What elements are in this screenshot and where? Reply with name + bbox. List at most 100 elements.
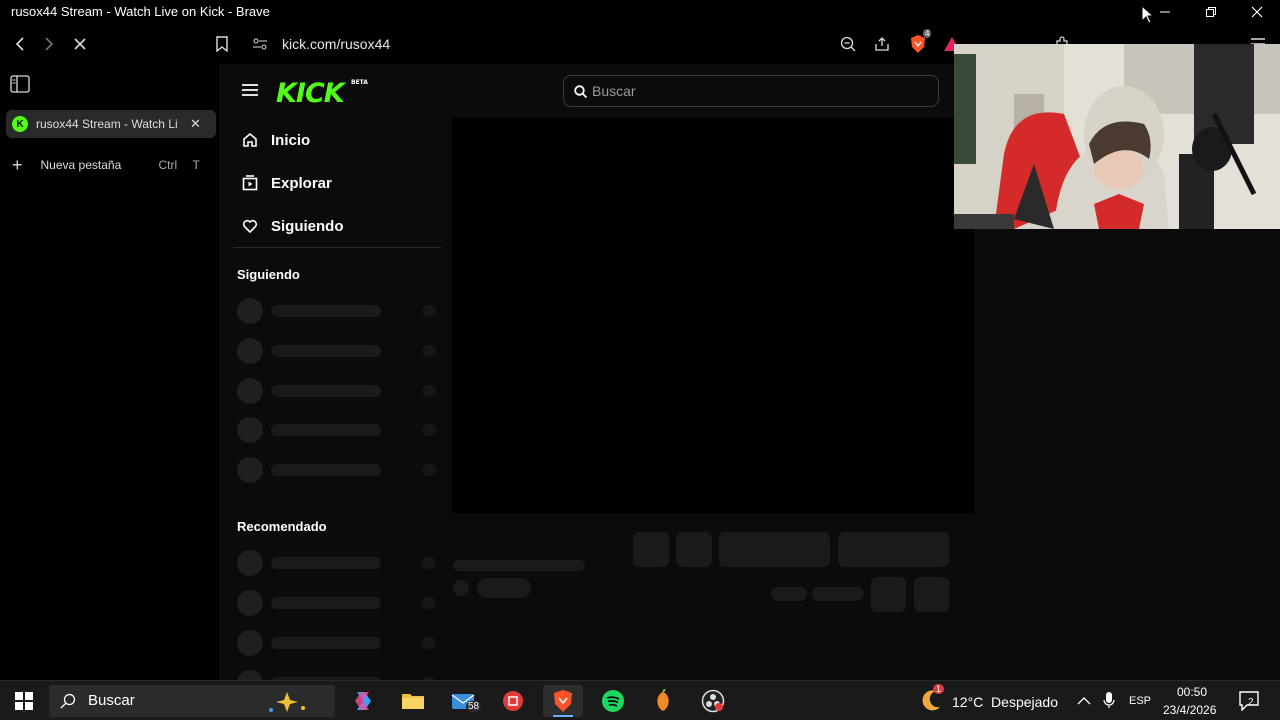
bookmark-button[interactable]	[210, 32, 234, 56]
app-red-icon	[503, 691, 523, 711]
language-indicator[interactable]: ESP	[1129, 695, 1151, 707]
close-window-button[interactable]	[1234, 0, 1280, 24]
zoom-out-icon	[840, 36, 856, 52]
toggle-sidebar-button[interactable]	[8, 72, 32, 96]
copilot-icon	[355, 692, 371, 710]
kick-logo-text: KICK	[276, 78, 345, 109]
hamburger-icon	[242, 84, 258, 96]
plus-icon: +	[12, 154, 23, 175]
shields-count-badge: 4	[923, 29, 932, 38]
windows-taskbar: Buscar 58 1 12°C Despejado ESP 00:50 23/…	[0, 680, 1280, 720]
forward-arrow-icon	[45, 37, 54, 51]
share-button[interactable]	[870, 32, 894, 56]
share-icon	[875, 37, 889, 51]
home-icon	[243, 132, 257, 147]
brave-lion-icon	[554, 690, 572, 712]
nav-inicio[interactable]: Inicio	[242, 128, 310, 152]
stop-loading-button[interactable]	[68, 32, 92, 56]
close-icon	[1251, 6, 1263, 18]
microphone-icon	[1103, 692, 1115, 708]
window-titlebar: rusox44 Stream - Watch Live on Kick - Br…	[0, 0, 1280, 24]
channel-skeleton	[237, 338, 437, 364]
spotify-icon	[602, 690, 624, 712]
channel-skeleton	[237, 590, 437, 616]
kick-sidebar: Inicio Explorar Siguiendo Siguiendo Reco…	[222, 118, 452, 680]
address-bar[interactable]: kick.com/rusox44	[282, 36, 390, 52]
nav-siguiendo[interactable]: Siguiendo	[242, 214, 344, 238]
brave-app[interactable]	[543, 685, 583, 717]
new-tab-label: Nueva pestaña	[40, 158, 122, 172]
search-highlight-icon	[269, 692, 305, 712]
kick-search-box[interactable]	[563, 75, 939, 107]
beta-badge: BETA	[351, 79, 368, 86]
stream-title-skeleton	[453, 560, 585, 571]
microphone-button[interactable]	[1103, 691, 1115, 714]
nav-label: Siguiendo	[271, 217, 344, 235]
show-hidden-icons-button[interactable]	[1077, 693, 1091, 711]
webcam-overlay	[954, 44, 1280, 229]
action-skeleton	[676, 532, 712, 567]
weather-text: 12°C Despejado	[952, 694, 1058, 710]
shortcut-mod: Ctrl	[158, 158, 178, 172]
restore-button[interactable]	[1188, 0, 1234, 24]
kick-search-input[interactable]	[592, 76, 922, 106]
back-button[interactable]	[8, 32, 32, 56]
mail-count-badge: 58	[466, 701, 482, 712]
nav-label: Explorar	[271, 174, 332, 192]
red-app[interactable]	[493, 685, 533, 717]
weather-widget[interactable]: 1	[918, 684, 945, 718]
file-explorer-app[interactable]	[393, 685, 433, 717]
site-settings-button[interactable]	[248, 32, 272, 56]
minimize-icon	[1160, 11, 1170, 13]
fl-studio-app[interactable]	[643, 685, 683, 717]
nav-label: Inicio	[271, 131, 311, 149]
kick-logo[interactable]: KICK BETA	[276, 78, 368, 109]
tab-kick-stream[interactable]: K rusox44 Stream - Watch Live on Kick ✕	[6, 110, 216, 138]
window-title: rusox44 Stream - Watch Live on Kick - Br…	[11, 4, 270, 19]
stat-skeleton	[812, 587, 864, 601]
stream-tag-skeleton	[477, 578, 531, 598]
forward-button[interactable]	[37, 32, 61, 56]
kick-favicon-icon: K	[12, 116, 28, 132]
section-recommended-title: Recomendado	[237, 519, 327, 534]
fruit-icon	[657, 689, 669, 711]
notification-count: 2	[1248, 697, 1254, 708]
channel-skeleton	[237, 630, 437, 656]
mail-app[interactable]: 58	[444, 685, 484, 717]
taskbar-search-label: Buscar	[88, 692, 135, 709]
shortcut-key: T	[192, 158, 200, 172]
channel-skeleton	[237, 378, 437, 404]
site-controls-icon	[253, 38, 267, 50]
copilot-app[interactable]	[343, 685, 383, 717]
zoom-button[interactable]	[836, 32, 860, 56]
vertical-tabs-panel: K rusox44 Stream - Watch Live on Kick ✕ …	[0, 64, 221, 680]
windows-logo-icon	[15, 692, 33, 710]
video-player[interactable]	[452, 118, 974, 513]
icon-skeleton	[914, 577, 949, 612]
follow-button-skeleton	[719, 532, 830, 567]
back-arrow-icon	[15, 37, 24, 51]
clock-date[interactable]: 23/4/2026	[1163, 703, 1216, 717]
weather-alert-badge: 1	[933, 684, 945, 694]
section-following-title: Siguiendo	[237, 267, 300, 282]
brave-shields-button[interactable]: 4	[906, 29, 932, 56]
tab-title: rusox44 Stream - Watch Live on Kick	[36, 117, 178, 131]
search-icon	[60, 693, 76, 709]
nav-explorar[interactable]: Explorar	[242, 171, 332, 195]
close-tab-button[interactable]: ✕	[190, 116, 201, 132]
obs-app[interactable]	[693, 685, 733, 717]
spotify-app[interactable]	[593, 685, 633, 717]
restore-icon	[1206, 7, 1216, 17]
clock-time[interactable]: 00:50	[1177, 685, 1207, 699]
notifications-button[interactable]: 2	[1239, 691, 1259, 716]
obs-icon	[701, 689, 725, 713]
stream-meta-skeleton	[453, 580, 469, 596]
icon-skeleton	[871, 577, 906, 612]
kick-menu-button[interactable]	[241, 83, 259, 102]
sidebar-divider	[233, 247, 441, 248]
bookmark-icon	[216, 36, 228, 52]
new-tab-button[interactable]: + Nueva pestaña Ctrl T	[6, 151, 216, 179]
taskbar-search-box[interactable]: Buscar	[49, 685, 335, 717]
channel-skeleton	[237, 457, 437, 483]
start-button[interactable]	[4, 685, 44, 717]
